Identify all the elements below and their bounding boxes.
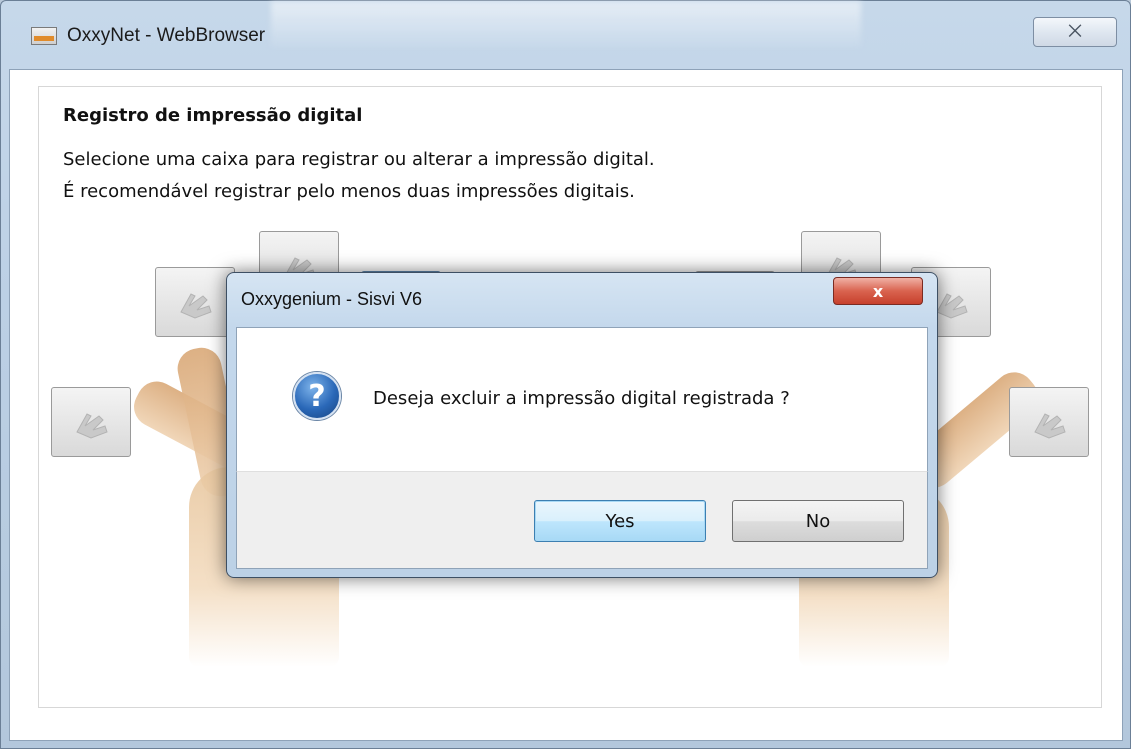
confirm-dialog: Oxxygenium - Sisvi V6 x ? Deseja excluir… <box>226 272 938 578</box>
fingerprint-hand-icon <box>76 413 108 439</box>
finger-box-left-ring[interactable] <box>155 267 235 337</box>
fingerprint-hand-icon <box>1034 413 1066 439</box>
dialog-footer: Yes No <box>236 471 928 569</box>
dialog-title: Oxxygenium - Sisvi V6 <box>241 289 423 309</box>
close-icon: ⨉ <box>1068 22 1082 42</box>
fingerprint-hand-icon <box>180 293 212 319</box>
dialog-body: ? Deseja excluir a impressão digital reg… <box>236 327 928 471</box>
page-title: Registro de impressão digital <box>63 105 363 126</box>
yes-button[interactable]: Yes <box>534 500 706 542</box>
finger-box-right-pinky[interactable] <box>1009 387 1089 457</box>
finger-box-left-pinky[interactable] <box>51 387 131 457</box>
titlebar-blur-area <box>271 1 861 47</box>
dialog-close-button[interactable]: x <box>833 277 923 305</box>
app-icon <box>31 27 57 45</box>
no-button[interactable]: No <box>732 500 904 542</box>
window-close-button[interactable]: ⨉ <box>1033 17 1117 47</box>
close-icon: x <box>872 281 884 301</box>
question-icon: ? <box>293 372 341 420</box>
dialog-message: Deseja excluir a impressão digital regis… <box>373 388 790 409</box>
window-title: OxxyNet - WebBrowser <box>67 25 266 46</box>
instruction-text-1: Selecione uma caixa para registrar ou al… <box>63 149 655 170</box>
instruction-text-2: É recomendável registrar pelo menos duas… <box>63 181 635 202</box>
outer-titlebar: OxxyNet - WebBrowser ⨉ <box>1 1 1130 73</box>
